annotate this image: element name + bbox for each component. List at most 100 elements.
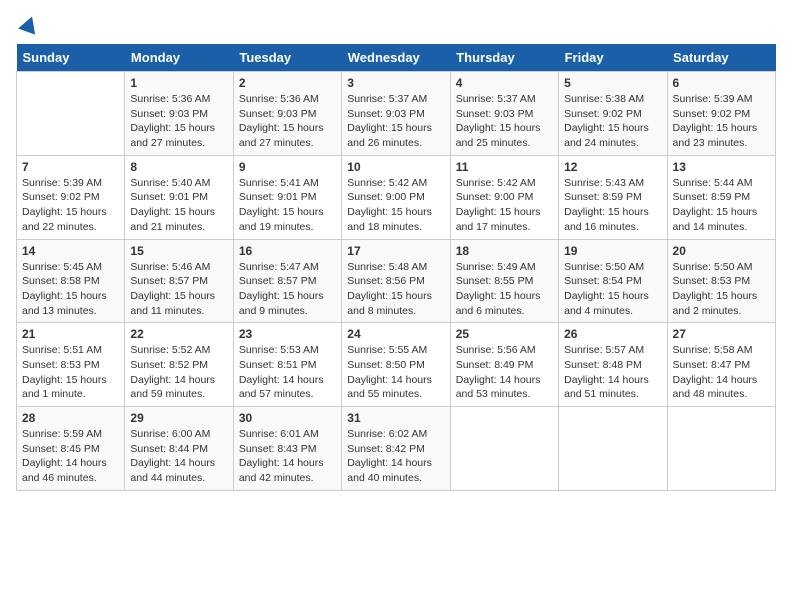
day-number: 30 bbox=[239, 411, 336, 425]
day-info: Sunrise: 5:42 AM Sunset: 9:00 PM Dayligh… bbox=[347, 176, 444, 235]
day-info: Sunrise: 5:42 AM Sunset: 9:00 PM Dayligh… bbox=[456, 176, 553, 235]
calendar-cell: 1 Sunrise: 5:36 AM Sunset: 9:03 PM Daylig… bbox=[125, 72, 233, 156]
day-info: Sunrise: 5:38 AM Sunset: 9:02 PM Dayligh… bbox=[564, 92, 661, 151]
day-number: 2 bbox=[239, 76, 336, 90]
day-info: Sunrise: 5:49 AM Sunset: 8:55 PM Dayligh… bbox=[456, 260, 553, 319]
calendar-cell: 10 Sunrise: 5:42 AM Sunset: 9:00 PM Dayli… bbox=[342, 155, 450, 239]
day-number: 8 bbox=[130, 160, 227, 174]
calendar-cell: 27 Sunrise: 5:58 AM Sunset: 8:47 PM Dayli… bbox=[667, 323, 775, 407]
calendar-cell bbox=[559, 407, 667, 491]
day-info: Sunrise: 5:41 AM Sunset: 9:01 PM Dayligh… bbox=[239, 176, 336, 235]
day-info: Sunrise: 5:53 AM Sunset: 8:51 PM Dayligh… bbox=[239, 343, 336, 402]
logo bbox=[16, 16, 40, 36]
calendar-cell: 17 Sunrise: 5:48 AM Sunset: 8:56 PM Dayli… bbox=[342, 239, 450, 323]
calendar-cell: 25 Sunrise: 5:56 AM Sunset: 8:49 PM Dayli… bbox=[450, 323, 558, 407]
day-info: Sunrise: 5:36 AM Sunset: 9:03 PM Dayligh… bbox=[130, 92, 227, 151]
calendar-cell: 12 Sunrise: 5:43 AM Sunset: 8:59 PM Dayli… bbox=[559, 155, 667, 239]
calendar-cell: 23 Sunrise: 5:53 AM Sunset: 8:51 PM Dayli… bbox=[233, 323, 341, 407]
day-info: Sunrise: 5:57 AM Sunset: 8:48 PM Dayligh… bbox=[564, 343, 661, 402]
day-info: Sunrise: 6:00 AM Sunset: 8:44 PM Dayligh… bbox=[130, 427, 227, 486]
day-number: 26 bbox=[564, 327, 661, 341]
calendar-cell: 22 Sunrise: 5:52 AM Sunset: 8:52 PM Dayli… bbox=[125, 323, 233, 407]
day-number: 17 bbox=[347, 244, 444, 258]
day-info: Sunrise: 5:44 AM Sunset: 8:59 PM Dayligh… bbox=[673, 176, 770, 235]
calendar-cell: 5 Sunrise: 5:38 AM Sunset: 9:02 PM Daylig… bbox=[559, 72, 667, 156]
day-number: 12 bbox=[564, 160, 661, 174]
day-number: 19 bbox=[564, 244, 661, 258]
day-info: Sunrise: 5:37 AM Sunset: 9:03 PM Dayligh… bbox=[347, 92, 444, 151]
calendar-cell: 2 Sunrise: 5:36 AM Sunset: 9:03 PM Daylig… bbox=[233, 72, 341, 156]
day-info: Sunrise: 5:43 AM Sunset: 8:59 PM Dayligh… bbox=[564, 176, 661, 235]
calendar-cell bbox=[450, 407, 558, 491]
day-number: 15 bbox=[130, 244, 227, 258]
calendar-cell: 6 Sunrise: 5:39 AM Sunset: 9:02 PM Daylig… bbox=[667, 72, 775, 156]
day-number: 14 bbox=[22, 244, 119, 258]
day-number: 13 bbox=[673, 160, 770, 174]
day-info: Sunrise: 5:46 AM Sunset: 8:57 PM Dayligh… bbox=[130, 260, 227, 319]
day-info: Sunrise: 5:51 AM Sunset: 8:53 PM Dayligh… bbox=[22, 343, 119, 402]
day-info: Sunrise: 5:55 AM Sunset: 8:50 PM Dayligh… bbox=[347, 343, 444, 402]
week-row-5: 28Sunrise: 5:59 AM Sunset: 8:45 PM Dayli… bbox=[17, 407, 776, 491]
day-number: 21 bbox=[22, 327, 119, 341]
calendar-cell: 18 Sunrise: 5:49 AM Sunset: 8:55 PM Dayli… bbox=[450, 239, 558, 323]
logo-icon bbox=[18, 14, 40, 36]
day-header-wednesday: Wednesday bbox=[342, 44, 450, 72]
day-number: 22 bbox=[130, 327, 227, 341]
calendar-cell: 20 Sunrise: 5:50 AM Sunset: 8:53 PM Dayli… bbox=[667, 239, 775, 323]
day-number: 11 bbox=[456, 160, 553, 174]
calendar-cell: 26 Sunrise: 5:57 AM Sunset: 8:48 PM Dayli… bbox=[559, 323, 667, 407]
day-number: 24 bbox=[347, 327, 444, 341]
day-number: 7 bbox=[22, 160, 119, 174]
week-row-3: 14 Sunrise: 5:45 AM Sunset: 8:58 PM Dayli… bbox=[17, 239, 776, 323]
day-number: 29 bbox=[130, 411, 227, 425]
calendar-cell: 7 Sunrise: 5:39 AM Sunset: 9:02 PM Daylig… bbox=[17, 155, 125, 239]
day-header-saturday: Saturday bbox=[667, 44, 775, 72]
day-info: Sunrise: 5:50 AM Sunset: 8:53 PM Dayligh… bbox=[673, 260, 770, 319]
day-number: 20 bbox=[673, 244, 770, 258]
calendar-cell: 15 Sunrise: 5:46 AM Sunset: 8:57 PM Dayli… bbox=[125, 239, 233, 323]
day-info: Sunrise: 5:45 AM Sunset: 8:58 PM Dayligh… bbox=[22, 260, 119, 319]
calendar-cell: 30 Sunrise: 6:01 AM Sunset: 8:43 PM Dayli… bbox=[233, 407, 341, 491]
day-info: Sunrise: 5:40 AM Sunset: 9:01 PM Dayligh… bbox=[130, 176, 227, 235]
calendar-cell: 31Sunrise: 6:02 AM Sunset: 8:42 PM Dayli… bbox=[342, 407, 450, 491]
day-info: Sunrise: 6:02 AM Sunset: 8:42 PM Dayligh… bbox=[347, 427, 444, 486]
calendar-cell: 8 Sunrise: 5:40 AM Sunset: 9:01 PM Daylig… bbox=[125, 155, 233, 239]
calendar-cell bbox=[17, 72, 125, 156]
day-number: 10 bbox=[347, 160, 444, 174]
day-info: Sunrise: 6:01 AM Sunset: 8:43 PM Dayligh… bbox=[239, 427, 336, 486]
calendar-cell: 9Sunrise: 5:41 AM Sunset: 9:01 PM Daylig… bbox=[233, 155, 341, 239]
day-number: 6 bbox=[673, 76, 770, 90]
day-number: 1 bbox=[130, 76, 227, 90]
day-info: Sunrise: 5:37 AM Sunset: 9:03 PM Dayligh… bbox=[456, 92, 553, 151]
day-number: 5 bbox=[564, 76, 661, 90]
day-info: Sunrise: 5:59 AM Sunset: 8:45 PM Dayligh… bbox=[22, 427, 119, 486]
day-number: 3 bbox=[347, 76, 444, 90]
day-header-tuesday: Tuesday bbox=[233, 44, 341, 72]
calendar-cell: 4Sunrise: 5:37 AM Sunset: 9:03 PM Daylig… bbox=[450, 72, 558, 156]
day-number: 25 bbox=[456, 327, 553, 341]
calendar-cell: 3 Sunrise: 5:37 AM Sunset: 9:03 PM Daylig… bbox=[342, 72, 450, 156]
day-number: 23 bbox=[239, 327, 336, 341]
week-row-2: 7 Sunrise: 5:39 AM Sunset: 9:02 PM Daylig… bbox=[17, 155, 776, 239]
day-info: Sunrise: 5:56 AM Sunset: 8:49 PM Dayligh… bbox=[456, 343, 553, 402]
calendar-cell: 29 Sunrise: 6:00 AM Sunset: 8:44 PM Dayli… bbox=[125, 407, 233, 491]
day-info: Sunrise: 5:39 AM Sunset: 9:02 PM Dayligh… bbox=[673, 92, 770, 151]
calendar-cell bbox=[667, 407, 775, 491]
day-header-sunday: Sunday bbox=[17, 44, 125, 72]
calendar-cell: 11 Sunrise: 5:42 AM Sunset: 9:00 PM Dayli… bbox=[450, 155, 558, 239]
day-info: Sunrise: 5:50 AM Sunset: 8:54 PM Dayligh… bbox=[564, 260, 661, 319]
day-header-friday: Friday bbox=[559, 44, 667, 72]
day-info: Sunrise: 5:58 AM Sunset: 8:47 PM Dayligh… bbox=[673, 343, 770, 402]
day-number: 27 bbox=[673, 327, 770, 341]
day-info: Sunrise: 5:39 AM Sunset: 9:02 PM Dayligh… bbox=[22, 176, 119, 235]
calendar-cell: 19 Sunrise: 5:50 AM Sunset: 8:54 PM Dayli… bbox=[559, 239, 667, 323]
calendar-table: SundayMondayTuesdayWednesdayThursdayFrid… bbox=[16, 44, 776, 491]
day-header-monday: Monday bbox=[125, 44, 233, 72]
day-info: Sunrise: 5:52 AM Sunset: 8:52 PM Dayligh… bbox=[130, 343, 227, 402]
day-info: Sunrise: 5:48 AM Sunset: 8:56 PM Dayligh… bbox=[347, 260, 444, 319]
day-info: Sunrise: 5:36 AM Sunset: 9:03 PM Dayligh… bbox=[239, 92, 336, 151]
calendar-cell: 13 Sunrise: 5:44 AM Sunset: 8:59 PM Dayli… bbox=[667, 155, 775, 239]
day-number: 18 bbox=[456, 244, 553, 258]
calendar-cell: 24 Sunrise: 5:55 AM Sunset: 8:50 PM Dayli… bbox=[342, 323, 450, 407]
calendar-cell: 16Sunrise: 5:47 AM Sunset: 8:57 PM Dayli… bbox=[233, 239, 341, 323]
